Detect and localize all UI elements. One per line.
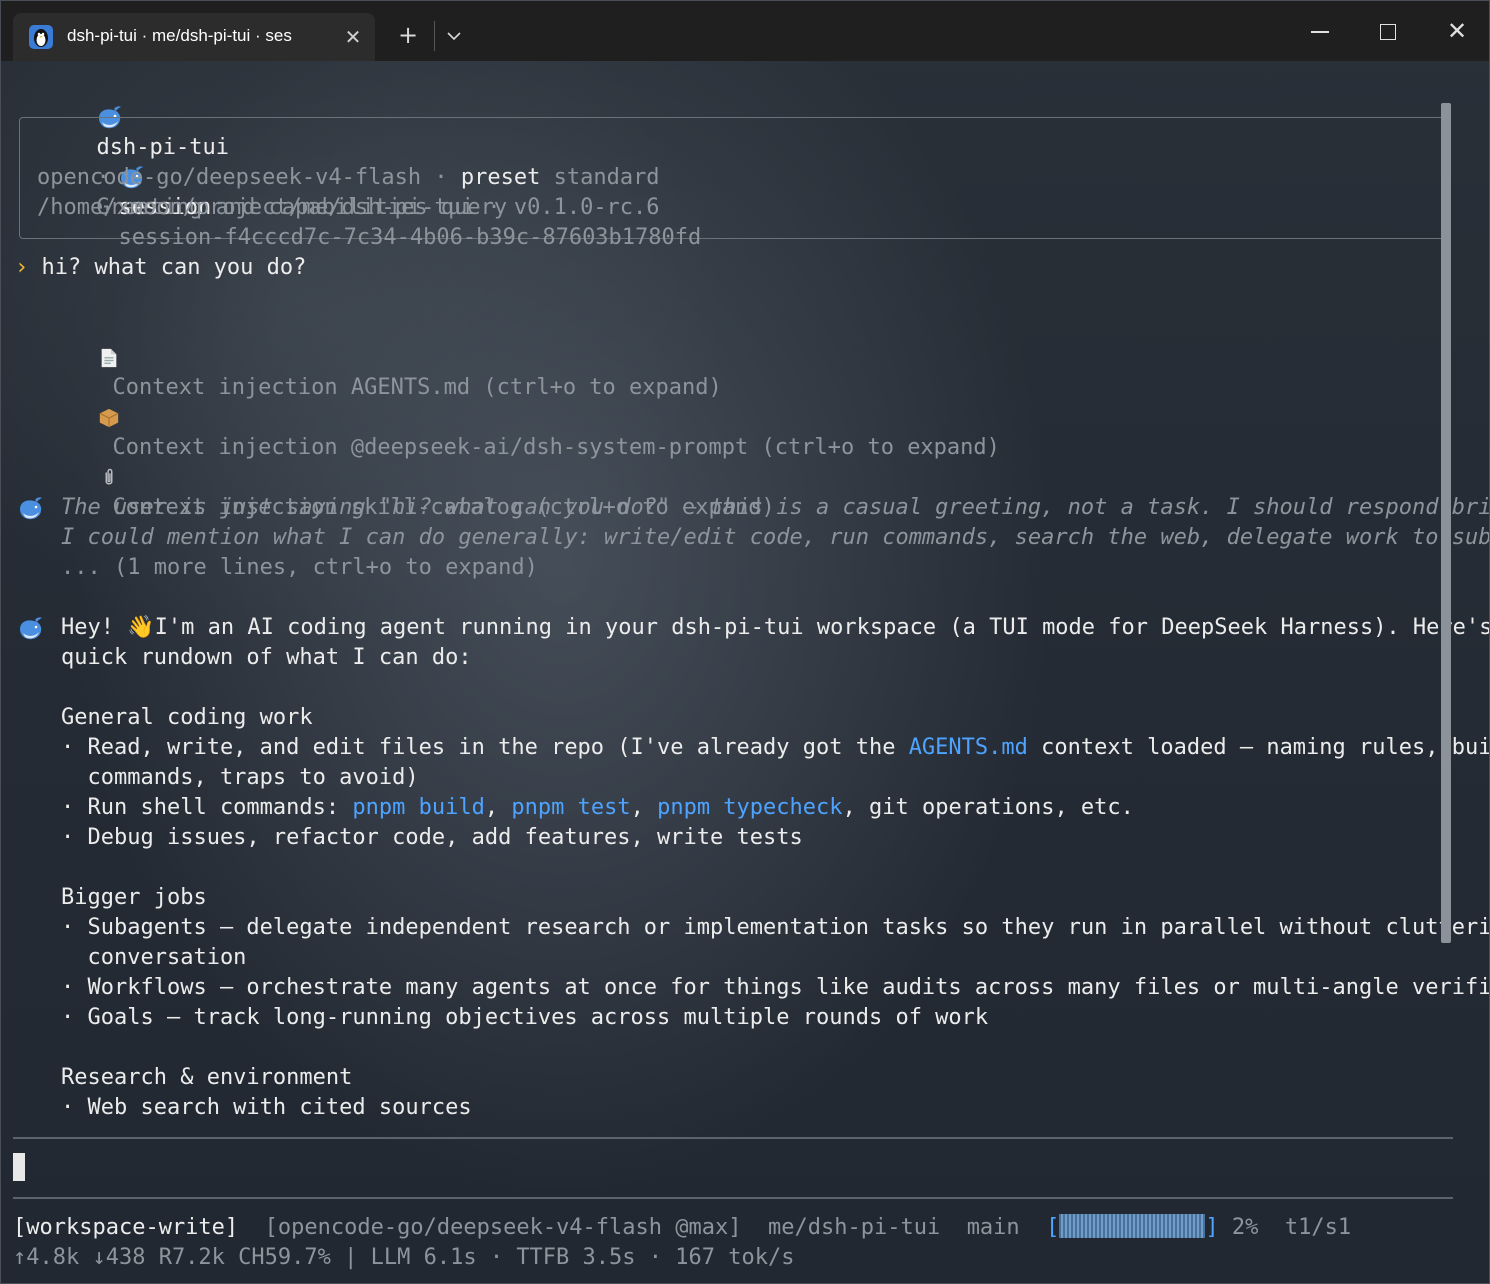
tab-title: dsh-pi-tui · me/dsh-pi-tui · ses bbox=[67, 26, 292, 45]
tab-separator bbox=[434, 21, 435, 51]
thinking-line-2: I could mention what I can do generally:… bbox=[61, 525, 1490, 550]
document-icon bbox=[102, 348, 117, 368]
comma: , bbox=[484, 795, 512, 820]
progress-percent: 2% bbox=[1231, 1215, 1259, 1240]
section-title-general: General coding work bbox=[61, 705, 313, 730]
list-item-continuation: commands, traps to avoid) bbox=[61, 765, 419, 790]
paperclip-icon bbox=[106, 468, 113, 485]
thinking-expand-hint[interactable]: ... (1 more lines, ctrl+o to expand) bbox=[61, 553, 538, 583]
preset-label: preset bbox=[460, 165, 541, 190]
whale-icon bbox=[20, 617, 42, 640]
project-path: /home/xmoon/project/me/dsh-pi-tui bbox=[37, 195, 475, 220]
thinking-line-1: The user is just saying "hi? what can yo… bbox=[61, 495, 1490, 520]
turn-indicator: t1/s1 bbox=[1284, 1215, 1352, 1240]
context-injection-system-prompt[interactable]: Context injection @deepseek-ai/dsh-syste… bbox=[19, 373, 1000, 460]
status-repo: me/dsh-pi-tui bbox=[768, 1215, 941, 1240]
input-cursor[interactable] bbox=[13, 1153, 25, 1181]
progress-bracket-close: ] bbox=[1205, 1215, 1219, 1240]
usage-stats: ↑4.8k ↓438 R7.2k CH59.7% | LLM 6.1s · TT… bbox=[13, 1245, 795, 1270]
title-bar: dsh-pi-tui · me/dsh-pi-tui · ses ✕ + ✕ bbox=[1, 1, 1489, 61]
section-title-research: Research & environment bbox=[61, 1065, 353, 1090]
context-progress-bar bbox=[1059, 1214, 1206, 1238]
prompt-marker: › bbox=[15, 255, 29, 280]
prompt-text: hi? what can you do? bbox=[41, 255, 307, 280]
maximize-button[interactable] bbox=[1371, 17, 1403, 45]
comma: , bbox=[630, 795, 658, 820]
list-item: · Subagents — delegate independent resea… bbox=[61, 915, 1490, 940]
separator: · bbox=[487, 195, 501, 220]
response-text: Hey! bbox=[61, 615, 128, 640]
code-pnpm-build: pnpm build bbox=[352, 795, 485, 820]
input-bottom-divider bbox=[13, 1197, 1453, 1199]
response-intro-line-1: Hey! 👋I'm an AI coding agent running in … bbox=[61, 613, 1490, 643]
agents-md-link[interactable]: AGENTS.md bbox=[909, 735, 1028, 760]
list-item: · Goals — track long-running objectives … bbox=[61, 1005, 989, 1030]
list-item: · Read, write, and edit files in the rep… bbox=[61, 733, 1489, 763]
context-injection-agents[interactable]: Context injection AGENTS.md (ctrl+o to e… bbox=[19, 313, 722, 400]
status-bar: [workspace-write] [opencode-go/deepseek-… bbox=[13, 1213, 1351, 1243]
progress-bracket-open: [ bbox=[1046, 1215, 1060, 1240]
wave-icon: 👋 bbox=[127, 615, 155, 640]
preset-value: standard bbox=[553, 165, 660, 190]
terminal-content[interactable]: dsh-pi-tui · Greeting and capabilities q… bbox=[1, 61, 1490, 1283]
list-item-text: · Read, write, and edit files in the rep… bbox=[61, 735, 909, 760]
session-id-line: session session-f4cccd7c-7c34-4b06-b39c-… bbox=[39, 133, 701, 250]
user-prompt: › hi? what can you do? bbox=[15, 253, 306, 283]
new-tab-button[interactable]: + bbox=[394, 21, 422, 49]
terminal-window: dsh-pi-tui · me/dsh-pi-tui · ses ✕ + ✕ d… bbox=[0, 0, 1490, 1284]
list-item-text: , git operations, etc. bbox=[842, 795, 1134, 820]
response-intro-line-2: quick rundown of what I can do: bbox=[61, 645, 472, 670]
separator: · bbox=[434, 165, 448, 190]
package-icon bbox=[100, 408, 119, 428]
list-item: · Debug issues, refactor code, add featu… bbox=[61, 825, 803, 850]
code-pnpm-test: pnpm test bbox=[511, 795, 631, 820]
section-title-bigger-jobs: Bigger jobs bbox=[61, 885, 207, 910]
close-tab-icon[interactable]: ✕ bbox=[341, 25, 365, 49]
session-path-line: /home/xmoon/project/me/dsh-pi-tui · v0.1… bbox=[37, 193, 660, 223]
sandbox-mode: [workspace-write] bbox=[13, 1215, 239, 1240]
whale-icon bbox=[20, 497, 42, 520]
chevron-down-icon[interactable] bbox=[441, 23, 467, 49]
response-text: I'm an AI coding agent running in your d… bbox=[154, 615, 1490, 640]
session-model: opencode-go/deepseek-v4-flash bbox=[37, 165, 422, 190]
input-top-divider bbox=[13, 1137, 1453, 1139]
list-item: · Web search with cited sources bbox=[61, 1095, 472, 1120]
close-button[interactable]: ✕ bbox=[1441, 17, 1473, 45]
list-item: · Workflows — orchestrate many agents at… bbox=[61, 975, 1490, 1000]
status-branch: main bbox=[966, 1215, 1020, 1240]
scrollbar-thumb[interactable] bbox=[1441, 103, 1451, 943]
code-pnpm-typecheck: pnpm typecheck bbox=[657, 795, 843, 820]
list-item-text: context loaded — naming rules, build/tes… bbox=[1041, 735, 1489, 760]
list-item-continuation: conversation bbox=[61, 945, 247, 970]
app-header: dsh-pi-tui · Greeting and capabilities q… bbox=[17, 73, 507, 220]
list-item: · Run shell commands: pnpm build, pnpm t… bbox=[61, 793, 1134, 823]
terminal-tab[interactable]: dsh-pi-tui · me/dsh-pi-tui · ses ✕ bbox=[13, 13, 375, 61]
context-injection-skill-catalog[interactable]: Context injection skill-catalog (ctrl+o … bbox=[19, 433, 775, 520]
status-model: [opencode-go/deepseek-v4-flash @max] bbox=[264, 1215, 742, 1240]
penguin-icon bbox=[29, 25, 53, 49]
session-model-line: opencode-go/deepseek-v4-flash · preset s… bbox=[37, 163, 660, 193]
list-item-text: · Run shell commands: bbox=[61, 795, 353, 820]
version: v0.1.0-rc.6 bbox=[513, 195, 660, 220]
minimize-button[interactable] bbox=[1303, 17, 1335, 45]
session-id: session-f4cccd7c-7c34-4b06-b39c-87603b17… bbox=[118, 225, 702, 250]
